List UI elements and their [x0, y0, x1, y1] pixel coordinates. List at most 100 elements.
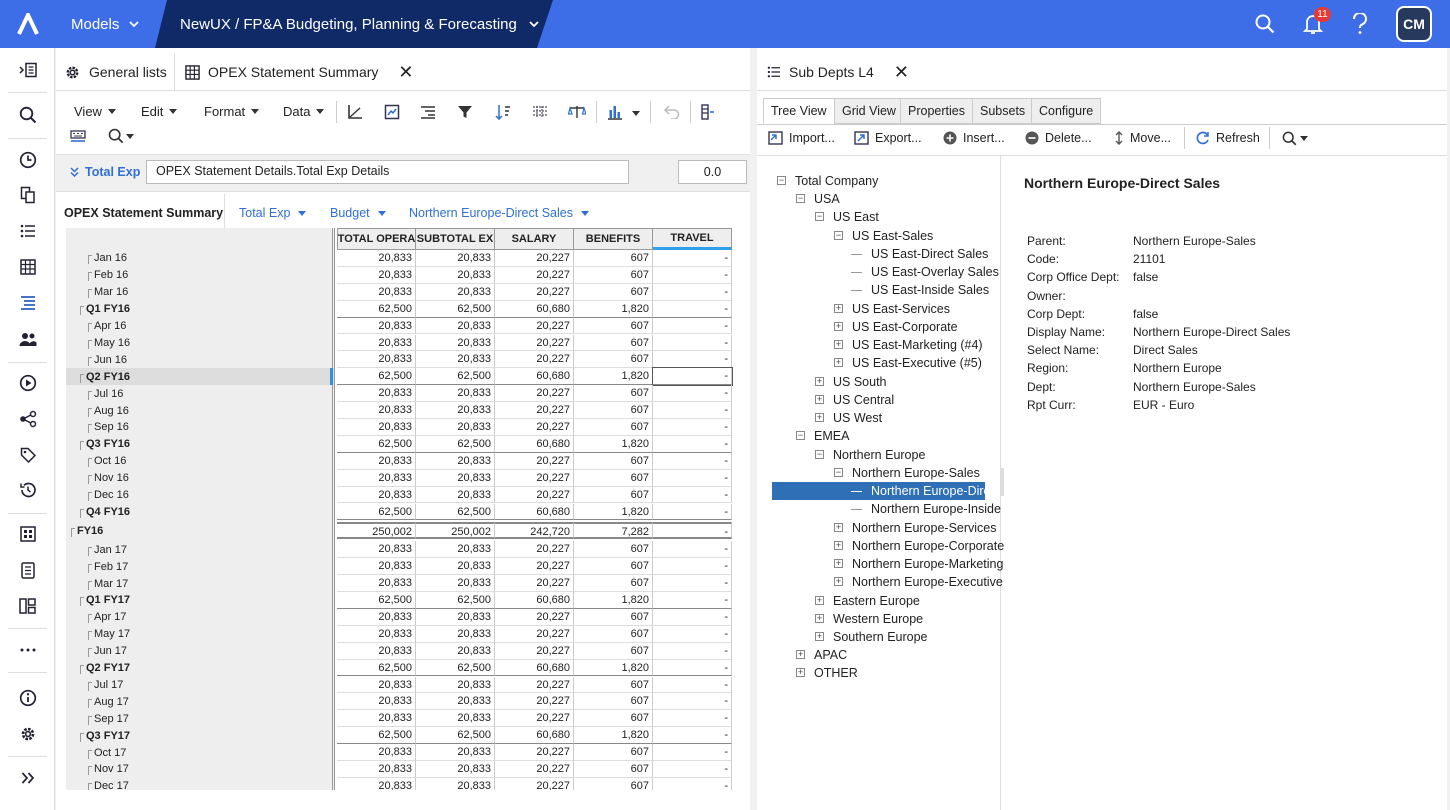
- grid-cell[interactable]: 20,833: [337, 334, 416, 352]
- grid-cell[interactable]: 20,833: [416, 452, 495, 470]
- tree-toggle-plus-icon[interactable]: +: [834, 522, 843, 532]
- export-button[interactable]: Export...: [854, 128, 922, 148]
- grid-cell[interactable]: 607: [574, 676, 653, 694]
- grid-cell[interactable]: 20,227: [495, 266, 574, 284]
- tree-toggle-minus-icon[interactable]: −: [777, 176, 786, 185]
- row-header[interactable]: Sep 17: [66, 710, 334, 727]
- grid-cell[interactable]: 1,820: [574, 368, 653, 386]
- close-icon[interactable]: ✕: [398, 62, 413, 83]
- grid-cell[interactable]: 607: [574, 608, 653, 626]
- grid-cell[interactable]: 62,500: [416, 727, 495, 745]
- tree-toggle-plus-icon[interactable]: +: [834, 559, 843, 569]
- grid-cell[interactable]: 20,833: [337, 744, 416, 761]
- tree-node[interactable]: APAC: [814, 646, 847, 664]
- grid-cell[interactable]: 20,227: [495, 710, 574, 728]
- grid-cell[interactable]: 20,833: [416, 334, 495, 352]
- grid-cell[interactable]: 20,227: [495, 334, 574, 352]
- grid-cell[interactable]: 20,833: [416, 266, 495, 284]
- grid-cell[interactable]: 20,833: [337, 642, 416, 660]
- pivot-selector-budget[interactable]: Budget: [330, 200, 386, 226]
- grid-cell[interactable]: 20,227: [495, 777, 574, 790]
- grid-cell[interactable]: 20,227: [495, 402, 574, 419]
- grid-cell[interactable]: 607: [574, 642, 653, 660]
- grid-cell[interactable]: 607: [574, 351, 653, 369]
- row-header[interactable]: Apr 17: [66, 609, 334, 626]
- grid-cell[interactable]: 20,833: [416, 486, 495, 504]
- grid-cell[interactable]: 62,500: [337, 435, 416, 453]
- scale-icon[interactable]: [567, 102, 587, 122]
- tree-node[interactable]: Southern Europe: [833, 628, 928, 646]
- history-icon[interactable]: [0, 475, 55, 505]
- tree-node[interactable]: Eastern Europe: [833, 592, 920, 610]
- grid-cell[interactable]: 20,833: [337, 486, 416, 504]
- tree-toggle-plus-icon[interactable]: +: [815, 632, 824, 641]
- grid-cell[interactable]: -: [653, 608, 732, 626]
- grid-cell[interactable]: 60,680: [495, 503, 574, 521]
- grid-cell[interactable]: 20,833: [337, 676, 416, 694]
- grid-cell[interactable]: 1,820: [574, 503, 653, 521]
- tree-node[interactable]: US East-Executive (#5): [852, 354, 982, 372]
- row-header[interactable]: Oct 16: [66, 453, 334, 470]
- tree-toggle-minus-icon[interactable]: −: [796, 431, 805, 441]
- tab-subsets[interactable]: Subsets: [972, 98, 1034, 124]
- grid-cell[interactable]: 20,833: [337, 541, 416, 559]
- tree-toggle-plus-icon[interactable]: +: [815, 613, 824, 623]
- grid-cell[interactable]: -: [653, 693, 732, 711]
- grid-cell[interactable]: 62,500: [416, 592, 495, 609]
- grid-cell[interactable]: 607: [574, 486, 653, 504]
- grid-cell[interactable]: 60,680: [495, 592, 574, 609]
- grid-cell[interactable]: 607: [574, 250, 653, 267]
- caret-down-icon[interactable]: [1300, 136, 1308, 141]
- pivot-selector-total-exp[interactable]: Total Exp: [239, 200, 307, 226]
- grid-cell[interactable]: 60,680: [495, 300, 574, 318]
- grid-cell[interactable]: 20,833: [416, 250, 495, 267]
- image-icon[interactable]: [382, 102, 402, 122]
- grid-cell[interactable]: 20,833: [337, 608, 416, 626]
- caret-down-icon[interactable]: [632, 111, 640, 116]
- tree-toggle-plus-icon[interactable]: +: [834, 358, 843, 368]
- tree-toggle-plus-icon[interactable]: +: [815, 595, 824, 605]
- row-header[interactable]: Feb 16: [66, 267, 334, 284]
- format-menu[interactable]: Format: [204, 104, 260, 119]
- grid-cell[interactable]: 62,500: [337, 300, 416, 318]
- breadcrumb[interactable]: NewUX / FP&A Budgeting, Planning & Forec…: [180, 0, 539, 48]
- grid-cell[interactable]: 607: [574, 385, 653, 403]
- tree-node[interactable]: Western Europe: [833, 610, 923, 628]
- grid-cell[interactable]: 607: [574, 710, 653, 728]
- grid-cell[interactable]: -: [653, 761, 732, 778]
- grid-cell[interactable]: -: [653, 710, 732, 728]
- grid-cell[interactable]: 607: [574, 266, 653, 284]
- grid-cell[interactable]: 20,833: [416, 761, 495, 778]
- row-header[interactable]: Jul 17: [66, 677, 334, 694]
- row-header[interactable]: Q3 FY16: [66, 436, 334, 453]
- row-header[interactable]: FY16: [66, 522, 334, 539]
- tree-toggle-minus-icon[interactable]: −: [815, 449, 824, 459]
- tree-node[interactable]: US East-Services: [852, 300, 950, 318]
- formula-value-field[interactable]: 0.0: [678, 160, 747, 184]
- tree-node[interactable]: US East-Overlay Sales: [871, 263, 999, 281]
- tree-node[interactable]: US East-Direct Sales: [871, 245, 988, 263]
- grid-cell[interactable]: 62,500: [416, 435, 495, 453]
- grid-cell[interactable]: -: [653, 777, 732, 790]
- grid-cell[interactable]: 607: [574, 334, 653, 352]
- tree-toggle-plus-icon[interactable]: +: [796, 668, 805, 678]
- grid-cell[interactable]: 62,500: [416, 368, 495, 386]
- tree-node[interactable]: US West: [833, 409, 882, 427]
- tree-node[interactable]: Total Company: [795, 172, 878, 190]
- tab-general-lists[interactable]: General lists: [64, 54, 167, 90]
- grid-cell[interactable]: 20,833: [416, 469, 495, 487]
- avatar[interactable]: CM: [1396, 6, 1432, 42]
- row-header[interactable]: Nov 16: [66, 470, 334, 487]
- grid-cell[interactable]: 1,820: [574, 435, 653, 453]
- grid-cell[interactable]: -: [653, 266, 732, 284]
- grid-cell[interactable]: 20,227: [495, 385, 574, 403]
- grid-cell[interactable]: 607: [574, 419, 653, 436]
- grid-cell[interactable]: 62,500: [416, 659, 495, 677]
- tree-node[interactable]: US Central: [833, 391, 894, 409]
- help-icon[interactable]: [1347, 0, 1373, 48]
- grid-cell[interactable]: 20,227: [495, 541, 574, 559]
- grid-cell[interactable]: -: [653, 592, 732, 609]
- grid-cell[interactable]: -: [653, 402, 732, 419]
- gear-icon[interactable]: [0, 719, 55, 749]
- close-icon[interactable]: ✕: [894, 62, 909, 83]
